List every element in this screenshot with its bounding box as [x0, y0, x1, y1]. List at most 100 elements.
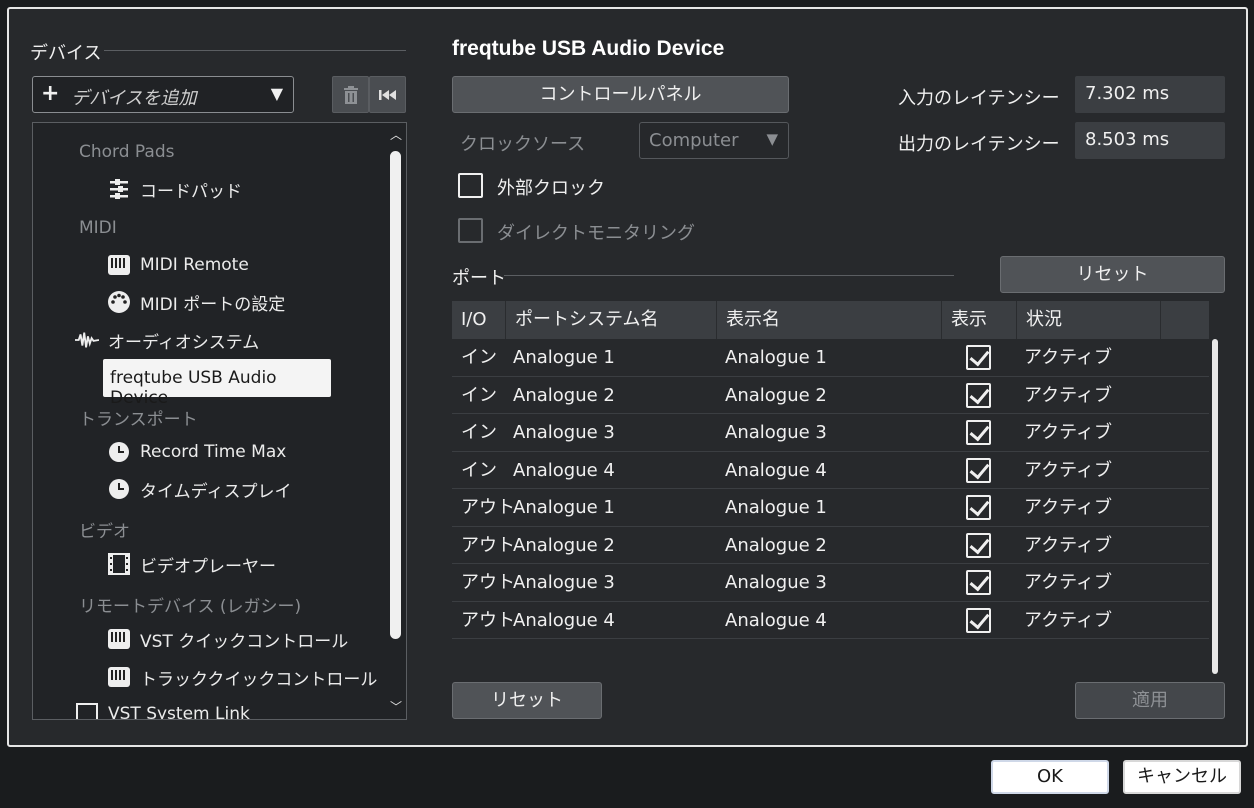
- input-latency-label: 入力のレイテンシー: [898, 88, 1060, 109]
- output-latency-value: 8.503 ms: [1075, 122, 1225, 159]
- tree-item-video-player[interactable]: ビデオプレーヤー: [107, 550, 276, 578]
- table-row[interactable]: アウト Analogue 1 Analogue 1 アクティブ: [452, 489, 1209, 527]
- ports-reset-button[interactable]: リセット: [1000, 256, 1225, 293]
- scrollbar-thumb[interactable]: [390, 151, 401, 639]
- cell-status: アクティブ: [1024, 572, 1113, 593]
- settings-panel: デバイス + デバイスを追加 ▼ Chord Pads コードパッド MIDI …: [7, 7, 1248, 747]
- cell-display-name[interactable]: Analogue 4: [725, 452, 827, 489]
- show-checkbox[interactable]: [966, 532, 991, 558]
- chevron-up-icon[interactable]: ︿: [390, 126, 402, 143]
- category-remote-devices: リモートデバイス (レガシー): [79, 597, 302, 617]
- cell-display-name[interactable]: Analogue 4: [725, 602, 827, 639]
- cell-port-name: Analogue 3: [513, 422, 615, 443]
- col-show[interactable]: 表示: [942, 301, 1017, 339]
- tree-item-chord-pads[interactable]: コードパッド: [107, 175, 242, 203]
- table-row[interactable]: アウト Analogue 4 Analogue 4 アクティブ: [452, 602, 1209, 639]
- cell-port-name: Analogue 4: [513, 609, 615, 631]
- tree-item-time-display[interactable]: タイムディスプレイ: [107, 475, 291, 503]
- divider: [504, 275, 954, 276]
- divider: [104, 50, 406, 51]
- waveform-icon: [75, 328, 99, 352]
- cell-status: アクティブ: [1024, 534, 1113, 556]
- clock-source-dropdown[interactable]: Computer ▼: [639, 122, 789, 159]
- cell-display-name[interactable]: Analogue 3: [725, 564, 827, 601]
- tree-item-vst-quick-controls[interactable]: VST クイックコントロール: [107, 625, 348, 653]
- cell-display-name[interactable]: Analogue 1: [725, 489, 827, 526]
- show-checkbox[interactable]: [966, 420, 991, 445]
- cell-io: アウト: [461, 609, 515, 631]
- show-checkbox[interactable]: [966, 607, 991, 633]
- table-header: I/O ポートシステム名 表示名 表示 状況: [452, 301, 1209, 339]
- direct-monitoring-label: ダイレクトモニタリング: [497, 223, 695, 244]
- table-row[interactable]: イン Analogue 4 Analogue 4 アクティブ: [452, 452, 1209, 489]
- ok-button[interactable]: OK: [991, 760, 1109, 794]
- cell-io: アウト: [461, 572, 515, 593]
- tree-scrollbar[interactable]: ︿ ﹀: [386, 123, 406, 719]
- tree-item-record-time[interactable]: Record Time Max: [107, 438, 286, 466]
- control-panel-button[interactable]: コントロールパネル: [452, 76, 789, 113]
- cell-status: アクティブ: [1024, 347, 1113, 368]
- cell-display-name[interactable]: Analogue 2: [725, 527, 827, 564]
- tree-item-selected-device[interactable]: freqtube USB Audio Device: [103, 359, 331, 408]
- cell-io: アウト: [461, 497, 515, 518]
- tree-item-label: Record Time Max: [140, 442, 287, 462]
- direct-monitoring-checkbox: [458, 218, 483, 243]
- col-io[interactable]: I/O: [452, 301, 506, 339]
- col-display-name[interactable]: 表示名: [717, 301, 942, 339]
- add-device-dropdown[interactable]: + デバイスを追加 ▼: [32, 76, 294, 113]
- tree-item-midi-remote[interactable]: MIDI Remote: [107, 251, 249, 279]
- skip-back-icon: [378, 90, 396, 100]
- tree-item-label: ビデオプレーヤー: [140, 556, 276, 577]
- cell-port-name: Analogue 2: [513, 384, 615, 406]
- show-checkbox[interactable]: [966, 570, 991, 595]
- tree-item-midi-port[interactable]: MIDI ポートの設定: [107, 288, 285, 316]
- cell-display-name[interactable]: Analogue 2: [725, 377, 827, 414]
- device-tree[interactable]: Chord Pads コードパッド MIDI MIDI Remote MIDI …: [32, 122, 407, 720]
- reset-button[interactable]: リセット: [452, 682, 602, 719]
- tree-item-label: オーディオシステム: [108, 332, 260, 353]
- tree-item-label: MIDI Remote: [140, 255, 249, 275]
- chevron-down-icon[interactable]: ﹀: [390, 698, 402, 715]
- cell-status: アクティブ: [1024, 422, 1113, 443]
- table-row[interactable]: イン Analogue 1 Analogue 1 アクティブ: [452, 339, 1209, 377]
- table-row[interactable]: アウト Analogue 2 Analogue 2 アクティブ: [452, 527, 1209, 564]
- tree-item-track-quick-controls[interactable]: トラッククイックコントロール: [107, 663, 377, 691]
- table-row[interactable]: イン Analogue 3 Analogue 3 アクティブ: [452, 414, 1209, 452]
- tree-item-audio-system[interactable]: オーディオシステム: [75, 326, 259, 354]
- apply-button: 適用: [1075, 682, 1225, 719]
- cancel-button[interactable]: キャンセル: [1123, 760, 1241, 794]
- checkbox-icon: [75, 702, 99, 719]
- cell-status: アクティブ: [1024, 384, 1113, 406]
- input-latency-value: 7.302 ms: [1075, 76, 1225, 113]
- category-chord-pads: Chord Pads: [79, 142, 175, 162]
- col-status[interactable]: 状況: [1017, 301, 1161, 339]
- clock-icon: [107, 440, 131, 464]
- show-checkbox[interactable]: [966, 345, 991, 370]
- show-checkbox[interactable]: [966, 457, 991, 483]
- tree-item-vst-system-link[interactable]: VST System Link: [75, 700, 250, 720]
- cell-port-name: Analogue 4: [513, 459, 615, 481]
- tree-item-label: トラッククイックコントロール: [140, 669, 378, 690]
- tree-item-label: コードパッド: [140, 181, 242, 202]
- table-row[interactable]: アウト Analogue 3 Analogue 3 アクティブ: [452, 564, 1209, 602]
- category-video: ビデオ: [79, 522, 130, 542]
- show-checkbox[interactable]: [966, 495, 991, 520]
- delete-device-button[interactable]: [332, 76, 369, 113]
- keyboard-icon: [107, 665, 131, 689]
- reset-device-button[interactable]: [369, 76, 406, 113]
- cell-port-name: Analogue 1: [513, 347, 615, 368]
- tree-item-label: VST System Link: [108, 704, 250, 720]
- cell-display-name[interactable]: Analogue 3: [725, 414, 827, 451]
- table-scrollbar[interactable]: [1212, 339, 1218, 674]
- cell-port-name: Analogue 2: [513, 534, 615, 556]
- show-checkbox[interactable]: [966, 382, 991, 408]
- plus-icon: +: [41, 81, 60, 106]
- cell-port-name: Analogue 3: [513, 572, 615, 593]
- external-clock-checkbox[interactable]: [458, 173, 483, 198]
- cell-io: イン: [461, 422, 497, 443]
- col-port-name[interactable]: ポートシステム名: [506, 301, 717, 339]
- tree-item-label: MIDI ポートの設定: [140, 294, 286, 315]
- cell-display-name[interactable]: Analogue 1: [725, 339, 827, 376]
- cell-io: イン: [461, 459, 497, 481]
- table-row[interactable]: イン Analogue 2 Analogue 2 アクティブ: [452, 377, 1209, 414]
